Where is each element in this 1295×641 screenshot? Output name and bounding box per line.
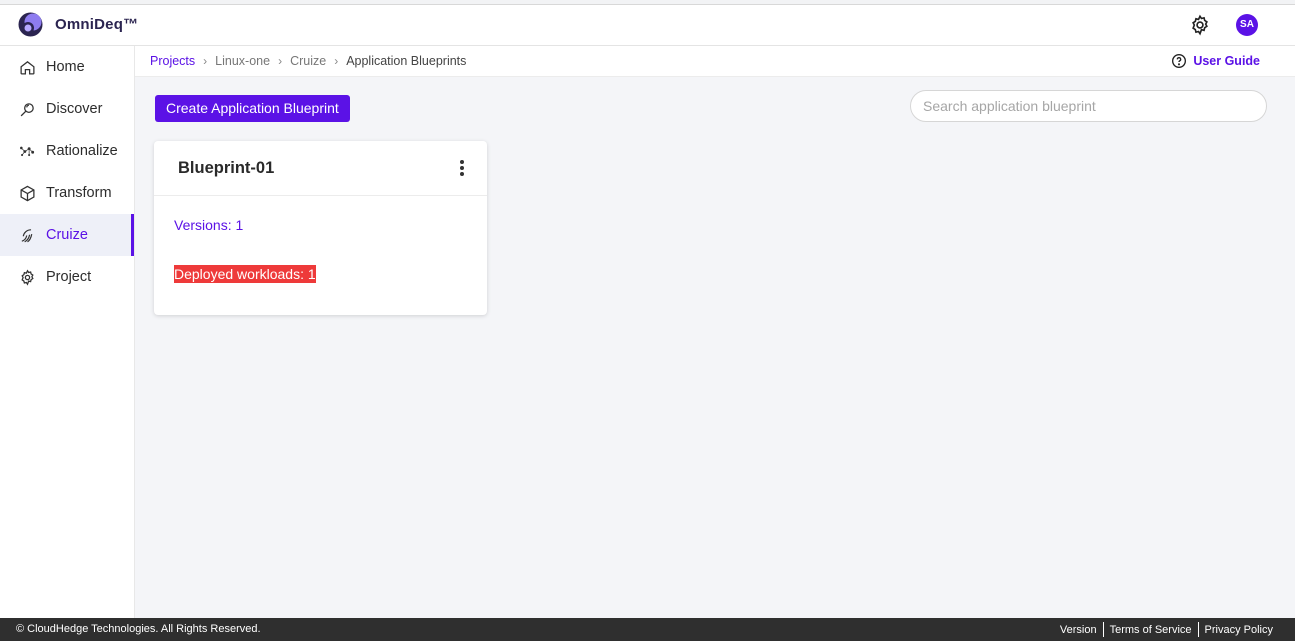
breadcrumb-cruize[interactable]: Cruize — [290, 54, 326, 68]
sidebar-item-label: Transform — [46, 185, 112, 201]
app-header: OmniDeq™ SA — [0, 5, 1295, 46]
user-guide-label: User Guide — [1193, 54, 1260, 68]
footer-links: Version Terms of Service Privacy Policy — [1054, 622, 1279, 637]
breadcrumb: Projects › Linux-one › Cruize › Applicat… — [150, 54, 466, 68]
sidebar-item-label: Cruize — [46, 227, 88, 243]
chevron-right-icon: › — [334, 54, 339, 68]
breadcrumb-bar: Projects › Linux-one › Cruize › Applicat… — [135, 46, 1295, 77]
sidebar: Home Discover Rationalize Transform Crui… — [0, 46, 135, 618]
discover-icon — [18, 100, 36, 118]
breadcrumb-projects[interactable]: Projects — [150, 54, 195, 68]
copyright-text: © CloudHedge Technologies. All Rights Re… — [16, 623, 261, 635]
deployed-workloads-label[interactable]: Deployed workloads: 1 — [174, 265, 316, 283]
sidebar-item-transform[interactable]: Transform — [0, 172, 134, 214]
main-content: Create Application Blueprint Blueprint-0… — [135, 77, 1295, 618]
breadcrumb-linux-one[interactable]: Linux-one — [215, 54, 270, 68]
help-circle-icon — [1172, 54, 1187, 68]
sidebar-item-label: Home — [46, 59, 85, 75]
more-options-icon[interactable] — [459, 160, 465, 176]
settings-gear-icon[interactable] — [1189, 14, 1211, 36]
sidebar-item-discover[interactable]: Discover — [0, 88, 134, 130]
cube-icon — [18, 184, 36, 202]
home-icon — [18, 58, 36, 76]
create-blueprint-button[interactable]: Create Application Blueprint — [155, 95, 350, 122]
chevron-right-icon: › — [278, 54, 283, 68]
breadcrumb-current: Application Blueprints — [346, 54, 467, 68]
gear-icon — [18, 268, 36, 286]
sidebar-item-cruize[interactable]: Cruize — [0, 214, 134, 256]
rationalize-icon — [18, 142, 36, 160]
search-input[interactable] — [910, 90, 1267, 122]
user-guide-link[interactable]: User Guide — [1171, 53, 1260, 69]
user-avatar[interactable]: SA — [1236, 14, 1258, 36]
card-title: Blueprint-01 — [178, 159, 275, 177]
chevron-right-icon: › — [203, 54, 208, 68]
cruize-icon — [18, 226, 36, 244]
sidebar-item-rationalize[interactable]: Rationalize — [0, 130, 134, 172]
sidebar-item-label: Discover — [46, 101, 103, 117]
footer-link-privacy[interactable]: Privacy Policy — [1199, 624, 1279, 636]
sidebar-item-label: Rationalize — [46, 143, 118, 159]
omnideq-logo-icon[interactable] — [18, 12, 43, 37]
sidebar-item-project[interactable]: Project — [0, 256, 134, 298]
brand-name: OmniDeq™ — [55, 16, 139, 33]
blueprint-card[interactable]: Blueprint-01 Versions: 1 Deployed worklo… — [154, 141, 487, 315]
footer-link-version[interactable]: Version — [1054, 624, 1103, 636]
sidebar-item-home[interactable]: Home — [0, 46, 134, 88]
footer-link-terms[interactable]: Terms of Service — [1104, 624, 1198, 636]
versions-link[interactable]: Versions: 1 — [174, 217, 243, 233]
sidebar-item-label: Project — [46, 269, 92, 285]
footer: © CloudHedge Technologies. All Rights Re… — [0, 618, 1295, 641]
card-header: Blueprint-01 — [154, 141, 487, 196]
